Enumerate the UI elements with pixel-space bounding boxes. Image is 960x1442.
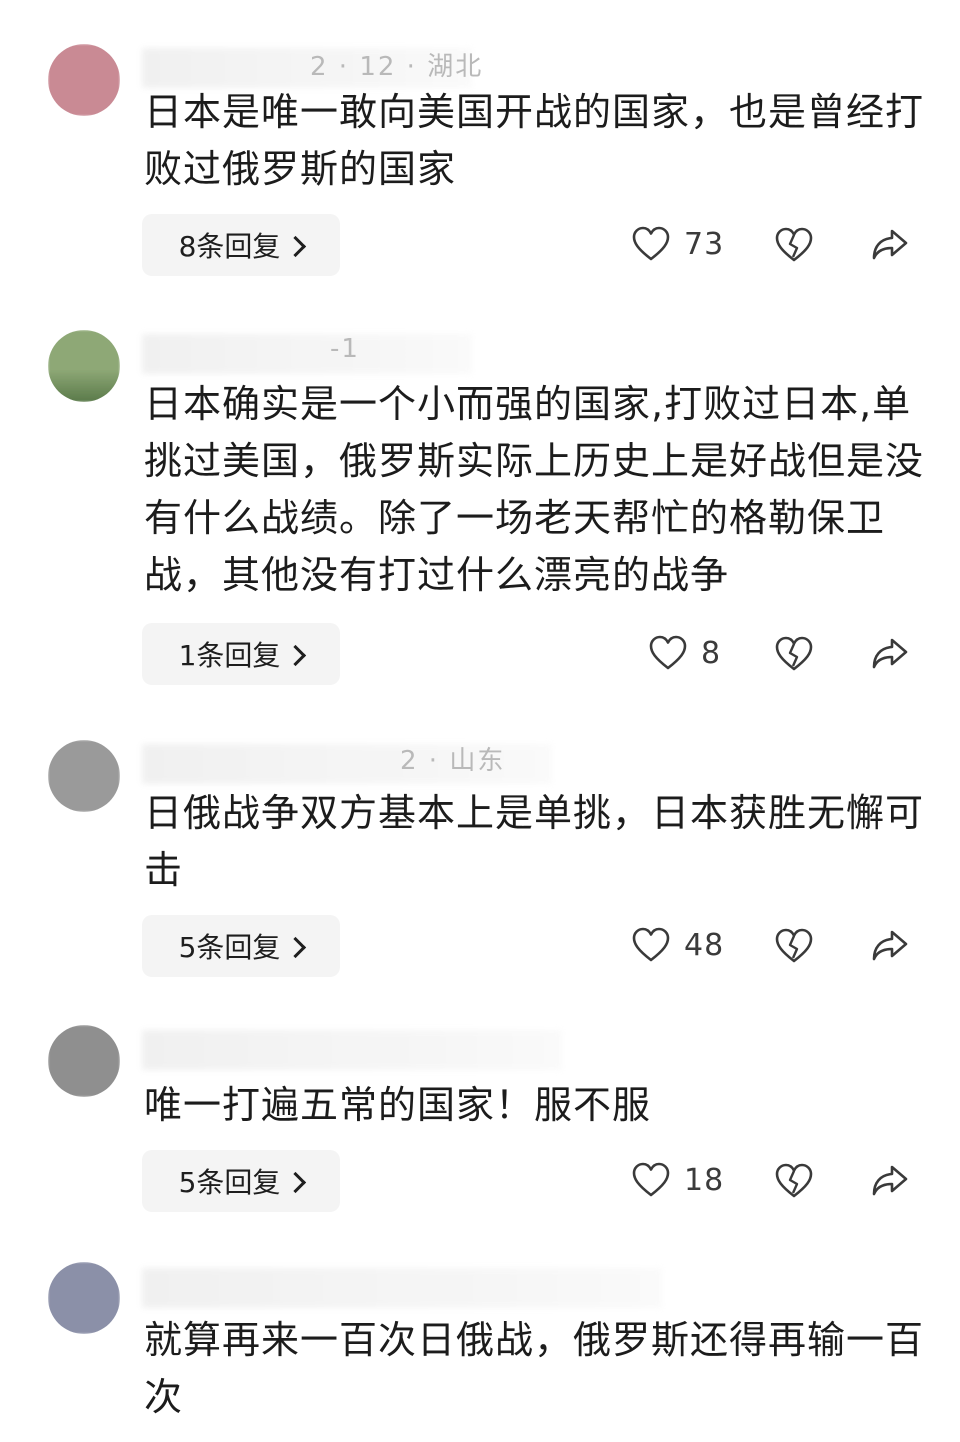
comment-meta: 2 · 山东 xyxy=(400,746,506,776)
broken-heart-icon xyxy=(775,227,813,262)
broken-heart-icon xyxy=(775,1163,813,1198)
share-arrow-icon xyxy=(872,638,908,669)
reply-count-label: 5条回复 xyxy=(178,1166,281,1199)
share-arrow-icon xyxy=(872,1165,908,1196)
avatar[interactable] xyxy=(48,1025,120,1097)
like-button[interactable]: 8 xyxy=(649,635,721,671)
reply-count-label: 5条回复 xyxy=(178,931,281,964)
like-count: 18 xyxy=(684,1162,725,1198)
chevron-right-icon xyxy=(285,235,307,257)
heart-outline-icon xyxy=(632,1162,670,1197)
avatar[interactable] xyxy=(48,1262,120,1334)
comment-text: 日俄战争双方基本上是单挑，日本获胜无懈可击 xyxy=(144,791,925,892)
username-blurred xyxy=(142,1030,562,1070)
view-replies-button[interactable]: 1条回复 xyxy=(142,623,340,685)
avatar[interactable] xyxy=(48,740,120,812)
comment-meta: 2 · 12 · 湖北 xyxy=(310,52,484,82)
broken-heart-icon xyxy=(775,636,813,671)
like-button[interactable]: 48 xyxy=(632,927,724,963)
comment-text: 就算再来一百次日俄战，俄罗斯还得再输一百次 xyxy=(144,1318,925,1419)
comment-text: 日本确实是一个小而强的国家,打败过日本,单挑过美国，俄罗斯实际上历史上是好战但是… xyxy=(144,382,925,597)
username-blurred xyxy=(142,1268,662,1308)
like-count: 48 xyxy=(684,927,725,963)
dislike-button[interactable] xyxy=(775,636,813,672)
reply-count-label: 8条回复 xyxy=(178,230,281,263)
like-count: 8 xyxy=(701,635,722,671)
like-button[interactable]: 73 xyxy=(632,226,724,262)
chevron-right-icon xyxy=(285,644,307,666)
chevron-right-icon xyxy=(285,936,307,958)
avatar[interactable] xyxy=(48,44,120,116)
comment-text: 唯一打遍五常的国家！服不服 xyxy=(144,1083,652,1127)
heart-outline-icon xyxy=(632,226,670,261)
share-arrow-icon xyxy=(872,229,908,260)
chevron-right-icon xyxy=(285,1171,307,1193)
like-button[interactable]: 18 xyxy=(632,1162,724,1198)
share-button[interactable] xyxy=(871,929,909,963)
reply-count-label: 1条回复 xyxy=(178,639,281,672)
like-count: 73 xyxy=(684,226,725,262)
broken-heart-icon xyxy=(775,928,813,963)
comment-meta: -1 xyxy=(330,334,360,364)
comment-text: 日本是唯一敢向美国开战的国家，也是曾经打败过俄罗斯的国家 xyxy=(144,90,925,191)
avatar[interactable] xyxy=(48,330,120,402)
view-replies-button[interactable]: 5条回复 xyxy=(142,1150,340,1212)
dislike-button[interactable] xyxy=(775,227,813,263)
heart-outline-icon xyxy=(632,927,670,962)
view-replies-button[interactable]: 5条回复 xyxy=(142,915,340,977)
share-button[interactable] xyxy=(871,637,909,671)
share-button[interactable] xyxy=(871,228,909,262)
heart-outline-icon xyxy=(649,635,687,670)
dislike-button[interactable] xyxy=(775,1163,813,1199)
username-blurred xyxy=(142,334,472,374)
dislike-button[interactable] xyxy=(775,928,813,964)
share-button[interactable] xyxy=(871,1164,909,1198)
share-arrow-icon xyxy=(872,930,908,961)
view-replies-button[interactable]: 8条回复 xyxy=(142,214,340,276)
